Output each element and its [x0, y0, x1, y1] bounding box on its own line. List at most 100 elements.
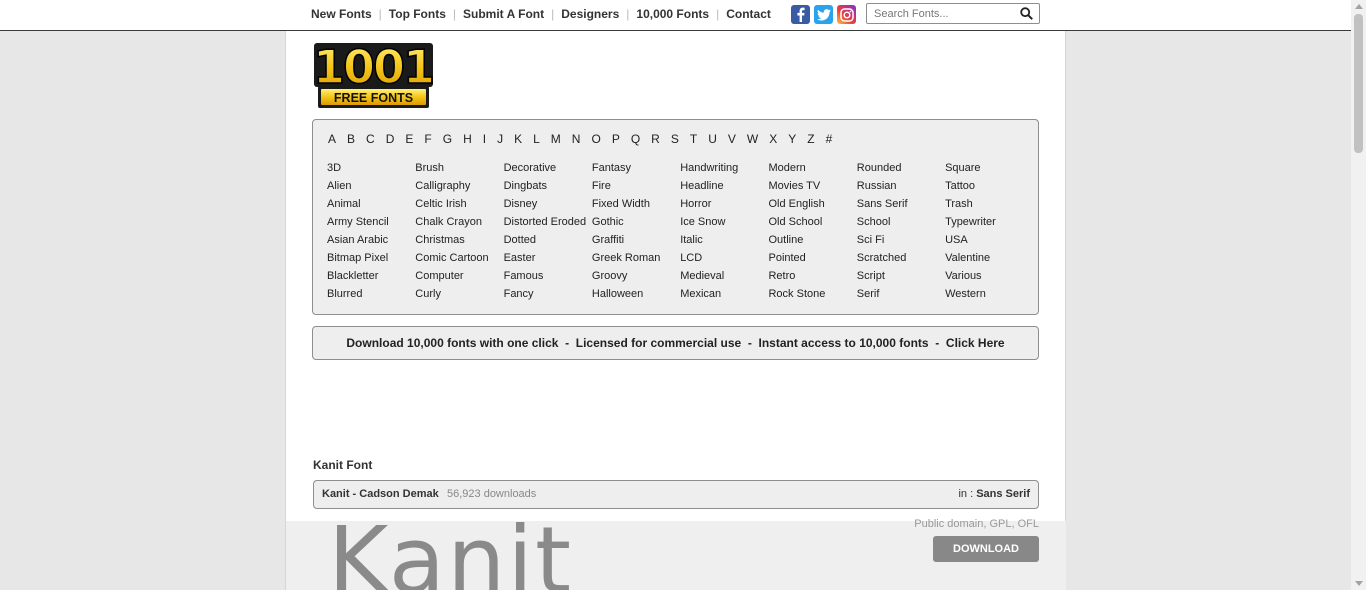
- scroll-up-arrow-icon[interactable]: [1355, 4, 1363, 9]
- category-link[interactable]: Scratched: [857, 252, 907, 264]
- category-link[interactable]: Halloween: [592, 288, 643, 300]
- alphabet-letter[interactable]: Q: [631, 132, 640, 146]
- category-link[interactable]: Ice Snow: [680, 216, 725, 228]
- category-link[interactable]: Square: [945, 162, 980, 174]
- category-link[interactable]: Handwriting: [680, 162, 738, 174]
- alphabet-letter[interactable]: B: [347, 132, 355, 146]
- alphabet-letter[interactable]: H: [463, 132, 472, 146]
- alphabet-letter[interactable]: J: [497, 132, 503, 146]
- category-link[interactable]: Sans Serif: [857, 198, 908, 210]
- category-link[interactable]: Asian Arabic: [327, 234, 388, 246]
- instagram-icon[interactable]: [837, 5, 856, 24]
- category-link[interactable]: Bitmap Pixel: [327, 252, 388, 264]
- category-link[interactable]: Sci Fi: [857, 234, 885, 246]
- nav-designers[interactable]: Designers: [561, 7, 619, 21]
- alphabet-letter[interactable]: C: [366, 132, 375, 146]
- category-link[interactable]: Dingbats: [504, 180, 547, 192]
- alphabet-letter[interactable]: R: [651, 132, 660, 146]
- category-link[interactable]: LCD: [680, 252, 702, 264]
- alphabet-letter[interactable]: Y: [788, 132, 796, 146]
- twitter-icon[interactable]: [814, 5, 833, 24]
- scroll-down-arrow-icon[interactable]: [1355, 581, 1363, 586]
- alphabet-letter[interactable]: #: [826, 132, 833, 146]
- category-link[interactable]: School: [857, 216, 891, 228]
- category-link[interactable]: Chalk Crayon: [415, 216, 482, 228]
- category-link[interactable]: Dotted: [504, 234, 536, 246]
- category-link[interactable]: Army Stencil: [327, 216, 389, 228]
- category-link[interactable]: Tattoo: [945, 180, 975, 192]
- nav-10000-fonts[interactable]: 10,000 Fonts: [636, 7, 709, 21]
- category-link[interactable]: Famous: [504, 270, 544, 282]
- alphabet-letter[interactable]: U: [708, 132, 717, 146]
- category-link[interactable]: Horror: [680, 198, 711, 210]
- alphabet-letter[interactable]: O: [591, 132, 600, 146]
- category-link[interactable]: Alien: [327, 180, 351, 192]
- alphabet-letter[interactable]: F: [424, 132, 431, 146]
- category-link[interactable]: 3D: [327, 162, 341, 174]
- nav-top-fonts[interactable]: Top Fonts: [389, 7, 446, 21]
- alphabet-letter[interactable]: D: [386, 132, 395, 146]
- category-link[interactable]: Rock Stone: [768, 288, 825, 300]
- category-link[interactable]: Rounded: [857, 162, 902, 174]
- alphabet-letter[interactable]: A: [328, 132, 336, 146]
- category-link[interactable]: Disney: [504, 198, 538, 210]
- site-logo[interactable]: 1001 FREE FONTS: [312, 39, 436, 110]
- facebook-icon[interactable]: [791, 5, 810, 24]
- alphabet-letter[interactable]: P: [612, 132, 620, 146]
- category-link[interactable]: Medieval: [680, 270, 724, 282]
- category-link[interactable]: Headline: [680, 180, 723, 192]
- category-link[interactable]: Old School: [768, 216, 822, 228]
- category-link[interactable]: Groovy: [592, 270, 627, 282]
- category-link[interactable]: Curly: [415, 288, 441, 300]
- alphabet-letter[interactable]: I: [483, 132, 486, 146]
- category-link[interactable]: Typewriter: [945, 216, 996, 228]
- category-link[interactable]: Blurred: [327, 288, 362, 300]
- search-icon[interactable]: [1020, 7, 1033, 20]
- category-link[interactable]: Retro: [768, 270, 795, 282]
- alphabet-letter[interactable]: T: [690, 132, 697, 146]
- category-link[interactable]: Gothic: [592, 216, 624, 228]
- alphabet-letter[interactable]: Z: [807, 132, 814, 146]
- category-link[interactable]: Modern: [768, 162, 805, 174]
- category-link[interactable]: Fancy: [504, 288, 534, 300]
- category-link[interactable]: Outline: [768, 234, 803, 246]
- alphabet-letter[interactable]: M: [551, 132, 561, 146]
- category-link[interactable]: Fire: [592, 180, 611, 192]
- category-link[interactable]: Christmas: [415, 234, 465, 246]
- category-link[interactable]: Italic: [680, 234, 703, 246]
- category-link[interactable]: Pointed: [768, 252, 805, 264]
- download-button[interactable]: DOWNLOAD: [933, 536, 1039, 562]
- category-link[interactable]: Calligraphy: [415, 180, 470, 192]
- category-link[interactable]: Distorted Eroded: [504, 216, 587, 228]
- nav-new-fonts[interactable]: New Fonts: [311, 7, 372, 21]
- nav-contact[interactable]: Contact: [726, 7, 771, 21]
- category-link[interactable]: Old English: [768, 198, 824, 210]
- alphabet-letter[interactable]: E: [405, 132, 413, 146]
- category-link[interactable]: USA: [945, 234, 968, 246]
- category-link[interactable]: Fixed Width: [592, 198, 650, 210]
- category-link[interactable]: Brush: [415, 162, 444, 174]
- category-link[interactable]: Computer: [415, 270, 463, 282]
- alphabet-letter[interactable]: G: [443, 132, 452, 146]
- search-input[interactable]: [867, 4, 1012, 24]
- category-link[interactable]: Various: [945, 270, 981, 282]
- category-link[interactable]: Russian: [857, 180, 897, 192]
- category-link[interactable]: Serif: [857, 288, 880, 300]
- category-link[interactable]: Mexican: [680, 288, 721, 300]
- alphabet-letter[interactable]: L: [533, 132, 540, 146]
- category-link[interactable]: Blackletter: [327, 270, 378, 282]
- alphabet-letter[interactable]: V: [728, 132, 736, 146]
- category-link[interactable]: Script: [857, 270, 885, 282]
- category-link[interactable]: Easter: [504, 252, 536, 264]
- alphabet-letter[interactable]: X: [769, 132, 777, 146]
- category-link[interactable]: Valentine: [945, 252, 990, 264]
- category-link[interactable]: Movies TV: [768, 180, 820, 192]
- category-link[interactable]: Trash: [945, 198, 973, 210]
- alphabet-letter[interactable]: W: [747, 132, 758, 146]
- category-link[interactable]: Fantasy: [592, 162, 631, 174]
- category-link[interactable]: Western: [945, 288, 986, 300]
- category-link[interactable]: Graffiti: [592, 234, 624, 246]
- alphabet-letter[interactable]: S: [671, 132, 679, 146]
- nav-submit-a-font[interactable]: Submit A Font: [463, 7, 544, 21]
- category-link[interactable]: Comic Cartoon: [415, 252, 488, 264]
